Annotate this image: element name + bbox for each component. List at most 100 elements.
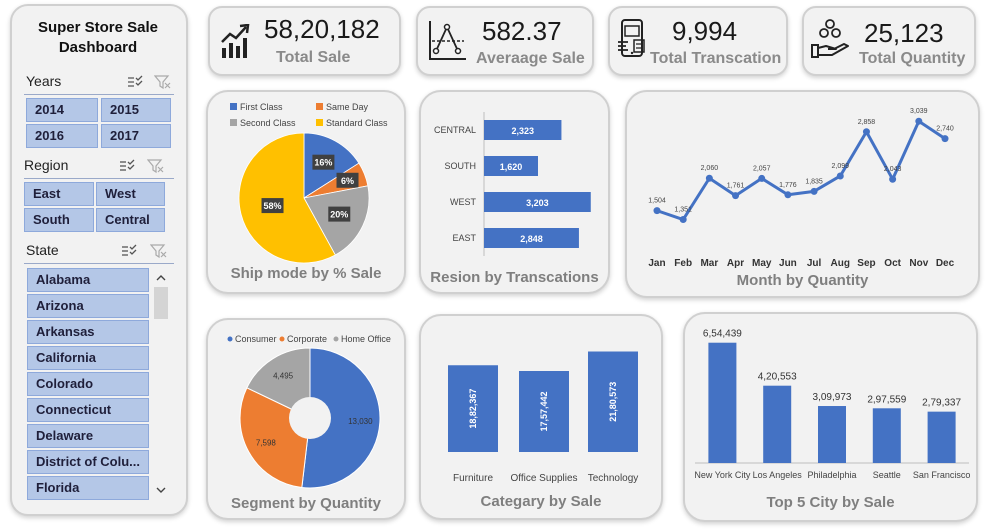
data-label-west: 3,203 [526,198,549,208]
state-divider [24,263,174,264]
donut-hole [289,397,331,439]
legend-label-standard-class: Standard Class [326,118,388,128]
slicer-state-item[interactable]: Delaware [27,424,149,448]
slicer-state-item[interactable]: Arkansas [27,320,149,344]
data-label-south: 1,620 [500,162,523,172]
x-tick-label-philadelphia: Philadelphia [807,470,856,480]
dashboard-title-line2: Dashboard [58,39,138,56]
multi-select-icon[interactable] [127,75,145,89]
category-bar-chart: 18,82,367 Furniture 17,57,442 Office Suppli… [448,351,638,484]
data-label-jan: 1,504 [648,198,666,205]
x-tick-label-furniture: Furniture [453,473,493,484]
data-label-dec: 2,740 [936,126,954,133]
kpi-total-quantity-value: 25,123 [864,18,944,48]
slicer-region-south[interactable]: South [24,208,94,232]
data-label-los-angeles: 4,20,553 [758,372,797,383]
x-tick-label-jan: Jan [648,258,665,269]
scroll-up-icon [156,275,166,281]
x-tick-label-feb: Feb [674,258,692,269]
scrollbar[interactable] [153,267,169,499]
data-label-same-day: 6% [341,176,354,186]
x-tick-label-aug: Aug [831,258,850,269]
slicer-year-2017[interactable]: 2017 [101,124,171,148]
slicer-state-item[interactable]: Connecticut [27,398,149,422]
month-line-chart: 1,504 Jan 1,351 Feb 2,060 Mar 1,761 Apr 2,057 May… [648,108,954,269]
city-bar-chart: 6,54,439 New York City 4,20,553 Los Angeles… [694,329,971,480]
slicer-year-2014[interactable]: 2014 [26,98,98,122]
data-label-first-class: 16% [314,158,332,168]
bar-new-york-city [708,342,737,463]
bar-los-angeles [763,385,792,463]
x-tick-label-los-angeles: Los Angeles [753,470,803,480]
clear-filter-icon[interactable] [150,243,168,259]
data-label-nov: 3,039 [910,108,928,115]
state-slicer-label: State [26,242,59,258]
data-point-dec [941,135,949,143]
years-slicer-label: Years [26,73,62,89]
data-point-may [758,174,766,182]
clear-filter-icon[interactable] [154,74,172,90]
slicer-state-item[interactable]: Florida [27,476,149,500]
kpi-average-sale-card: 582.37 Averaage Sale [416,6,594,76]
slicer-year-2015[interactable]: 2015 [101,98,171,122]
legend-label-first-class: First Class [240,102,283,112]
multi-select-icon[interactable] [119,159,137,173]
slicer-state-item[interactable]: Alabama [27,268,149,292]
month-chart-card: 1,504 Jan 1,351 Feb 2,060 Mar 1,761 Apr 2,057 May… [625,90,980,298]
region-chart-card: CENTRAL 2,323 SOUTH 1,620 WEST 3,203 EAST 2,848… [419,90,610,294]
data-point-apr [732,192,740,200]
legend-swatch-standard-class [316,119,323,126]
data-label-office-supplies: 17,57,442 [539,391,549,431]
y-tick-label-south: SOUTH [445,161,477,171]
data-point-feb [679,216,687,224]
slicer-region-west[interactable]: West [96,182,165,206]
x-tick-label-nov: Nov [909,258,928,269]
kpi-average-sale-label: Averaage Sale [476,50,585,67]
ship-mode-chart-card: First Class Same Day Second Class Standard … [206,90,406,294]
data-label-mar: 2,060 [701,165,719,172]
x-tick-label-may: May [752,258,772,269]
x-tick-label-sep: Sep [857,258,875,269]
hand-coins-icon [811,19,849,58]
slicer-state-item[interactable]: California [27,346,149,370]
kpi-total-transaction-value: 9,994 [672,16,738,46]
slicer-panel: Super Store Sale Dashboard Years 2014 20… [10,4,188,516]
slicer-year-2016[interactable]: 2016 [26,124,98,148]
y-tick-label-central: CENTRAL [434,125,476,135]
slicer-state-item[interactable]: Arizona [27,294,149,318]
ship-mode-pie-chart: First Class Same Day Second Class Standard … [230,102,388,264]
data-label-standard-class: 58% [264,201,282,211]
data-label-home-office: 4,495 [273,371,294,380]
slicer-state-item[interactable]: District of Colu... [27,450,149,474]
x-tick-label-seattle: Seattle [873,470,901,480]
data-label-central: 2,323 [511,126,534,136]
data-label-oct: 2,043 [884,166,902,173]
legend-swatch-first-class [230,103,237,110]
data-label-philadelphia: 3,09,973 [813,392,852,403]
data-label-apr: 1,761 [727,183,745,190]
data-label-furniture: 18,82,367 [468,389,478,429]
data-point-oct [889,175,897,183]
segment-donut-chart: Consumer Corporate Home Office 13,030 7,598 4… [227,334,391,489]
data-label-jun: 1,776 [779,182,797,189]
slicer-region-east[interactable]: East [24,182,94,206]
category-chart-card: 18,82,367 Furniture 17,57,442 Office Suppli… [419,314,663,520]
slicer-state-item[interactable]: Colorado [27,372,149,396]
category-chart-title: Categary by Sale [480,493,602,510]
mobile-payment-icon [618,19,645,57]
region-bar-chart: CENTRAL 2,323 SOUTH 1,620 WEST 3,203 EAST 2,848 [434,112,591,256]
x-tick-label-san-francisco: San Francisco [913,470,971,480]
data-point-mar [705,174,713,182]
multi-select-icon[interactable] [121,244,139,258]
dashboard-title: Super Store Sale Dashboard [12,18,184,58]
clear-filter-icon[interactable] [147,158,165,174]
region-slicer-label: Region [24,157,69,173]
data-label-technology: 21,80,573 [608,382,618,422]
region-divider [24,178,174,179]
years-divider [24,94,174,95]
slicer-region-central[interactable]: Central [96,208,165,232]
x-tick-label-apr: Apr [727,258,744,269]
segment-chart-card: Consumer Corporate Home Office 13,030 7,598 4… [206,318,406,520]
data-point-nov [915,117,923,125]
x-tick-label-oct: Oct [884,258,901,269]
